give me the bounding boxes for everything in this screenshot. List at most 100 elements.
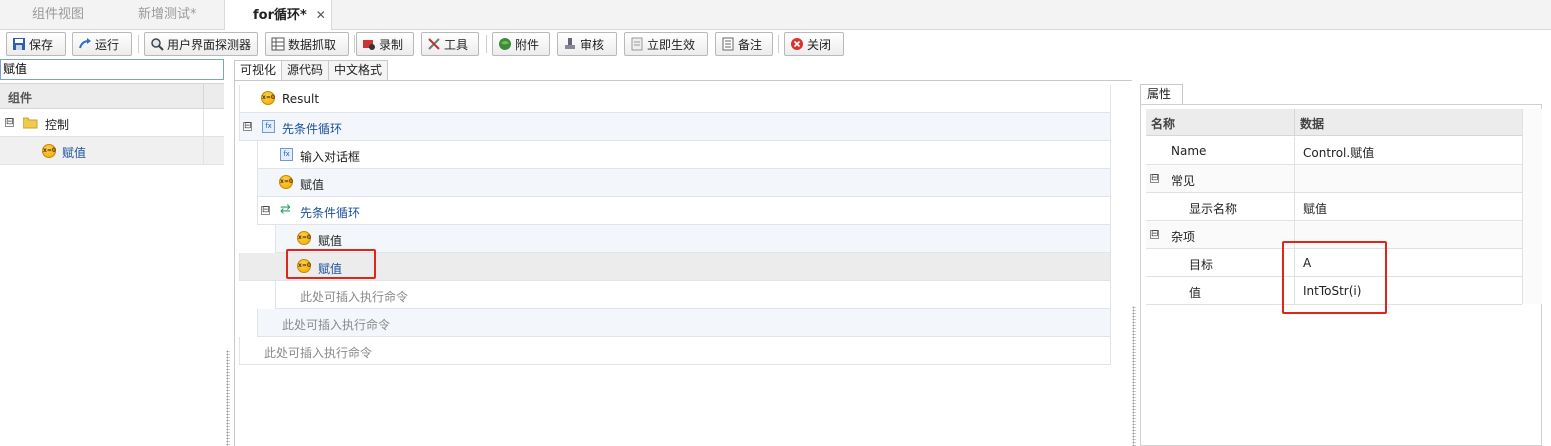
tab-new-test[interactable]: 新增测试* (138, 0, 197, 30)
document-tab-bar: 组件视图 新增测试* for循环* ✕ (0, 0, 1551, 31)
close-icon[interactable]: ✕ (316, 0, 326, 30)
tab-source-code[interactable]: 源代码 (281, 60, 330, 80)
attachment-label: 附件 (515, 37, 540, 52)
collapse-icon[interactable]: ⊟ (243, 122, 252, 131)
run-button[interactable]: 运行 (72, 32, 132, 56)
tools-icon (427, 37, 441, 51)
ui-detector-button[interactable]: 用户界面探测器 (144, 32, 258, 56)
flow-row-assign[interactable]: x=0 赋值 (275, 225, 1111, 253)
tools-label: 工具 (444, 37, 469, 52)
assign-icon: x=0 (42, 144, 56, 158)
column-divider (1294, 137, 1295, 165)
apply-now-label: 立即生效 (647, 37, 696, 52)
column-data-header: 数据 (1300, 117, 1325, 131)
apply-now-button[interactable]: 立即生效 (624, 32, 708, 56)
note-button[interactable]: 备注 (715, 32, 773, 56)
loop-arrows-icon: ⇄ (280, 202, 291, 217)
note-icon (721, 37, 735, 51)
search-value: 赋值 (3, 62, 28, 76)
highlight-box-selected-step (286, 249, 376, 279)
close-circle-icon (790, 37, 804, 51)
tab-label: for循环* (253, 8, 307, 23)
flow-row-label: 输入对话框 (300, 150, 361, 164)
component-header-label: 组件 (8, 91, 33, 105)
properties-scrollbar[interactable] (1522, 109, 1542, 304)
globe-icon (498, 37, 512, 51)
magnifier-icon (150, 37, 164, 51)
run-label: 运行 (95, 37, 120, 52)
flow-row-insert-placeholder[interactable]: 此处可插入执行命令 (239, 337, 1111, 365)
tree-item-control[interactable]: ⊟ 控制 (0, 109, 224, 137)
toolbar-divider (486, 35, 487, 53)
tab-for-loop[interactable]: for循环* ✕ (224, 0, 332, 31)
tab-component-view[interactable]: 组件视图 (32, 0, 84, 30)
left-splitter-handle[interactable] (226, 350, 230, 446)
flow-row-label: 赋值 (300, 178, 325, 192)
tab-label: 组件视图 (32, 7, 85, 22)
collapse-icon[interactable]: ⊟ (5, 118, 14, 127)
record-button[interactable]: 录制 (356, 32, 414, 56)
stamp-icon (563, 37, 577, 51)
data-capture-button[interactable]: 数据抓取 (265, 32, 349, 56)
save-label: 保存 (29, 37, 54, 52)
property-name: Name (1171, 144, 1207, 158)
right-splitter-handle[interactable] (1132, 306, 1136, 446)
properties-header: 名称 数据 (1146, 109, 1542, 136)
property-row-name[interactable]: Name Control.赋值 (1146, 137, 1522, 165)
component-search-input[interactable]: 赋值 (0, 59, 224, 80)
record-icon (362, 37, 376, 51)
column-divider (203, 137, 204, 165)
tab-properties[interactable]: 属性 (1140, 84, 1183, 104)
save-button[interactable]: 保存 (6, 32, 66, 56)
data-capture-label: 数据抓取 (288, 37, 337, 52)
flow-row-assign[interactable]: x=0 赋值 (257, 169, 1111, 197)
flow-row-label: Result (282, 92, 320, 106)
folder-icon (22, 117, 38, 132)
tree-item-label: 控制 (45, 118, 70, 132)
assign-icon: x=0 (261, 91, 275, 105)
loop-block-icon: fx (262, 120, 275, 133)
review-label: 审核 (580, 37, 605, 52)
placeholder-label: 此处可插入执行命令 (282, 318, 391, 332)
flow-row-insert-placeholder[interactable]: 此处可插入执行命令 (257, 309, 1111, 337)
property-row-display-name[interactable]: 显示名称 赋值 (1146, 193, 1522, 221)
property-value: 赋值 (1303, 202, 1328, 216)
review-button[interactable]: 审核 (557, 32, 617, 56)
save-icon (12, 37, 26, 51)
category-label: 常见 (1171, 174, 1196, 188)
flow-row-result[interactable]: x=0 Result (239, 85, 1111, 113)
tree-item-assign[interactable]: x=0 赋值 (0, 137, 224, 165)
tab-visual[interactable]: 可视化 (234, 60, 283, 81)
tools-button[interactable]: 工具 (421, 32, 479, 56)
attachment-button[interactable]: 附件 (492, 32, 550, 56)
component-list-header: 组件 (0, 83, 224, 110)
record-label: 录制 (379, 37, 404, 52)
category-label: 杂项 (1171, 230, 1196, 244)
property-value: Control.赋值 (1303, 146, 1375, 160)
tree-item-label: 赋值 (62, 146, 87, 160)
toolbar: 保存 运行 用户界面探测器 数据抓取 录制 工具 附件 审核 立即生效 备注 关… (0, 30, 1551, 58)
flow-row-loop-outer[interactable]: ⊟ fx 先条件循环 (239, 113, 1111, 141)
flow-row-insert-placeholder[interactable]: 此处可插入执行命令 (275, 281, 1111, 309)
column-divider (203, 109, 204, 137)
note-label: 备注 (738, 37, 763, 52)
flow-row-label: 赋值 (318, 234, 343, 248)
close-button[interactable]: 关闭 (784, 32, 844, 56)
property-category-common[interactable]: ⊟ 常见 (1146, 165, 1522, 193)
tab-label: 新增测试* (138, 7, 197, 22)
toolbar-divider (354, 35, 355, 53)
placeholder-label: 此处可插入执行命令 (300, 290, 409, 304)
flow-row-input-dialog[interactable]: fx 输入对话框 (257, 141, 1111, 169)
collapse-icon[interactable]: ⊟ (261, 206, 270, 215)
column-name-header: 名称 (1151, 117, 1176, 131)
collapse-icon[interactable]: ⊟ (1150, 174, 1159, 183)
document-icon (630, 37, 644, 51)
table-icon (271, 37, 285, 51)
dialog-icon: fx (280, 148, 293, 161)
column-divider (1294, 165, 1295, 193)
column-divider (1294, 109, 1295, 136)
collapse-icon[interactable]: ⊟ (1150, 230, 1159, 239)
run-icon (78, 37, 92, 51)
flow-row-loop-inner[interactable]: ⊟ ⇄ 先条件循环 (257, 197, 1111, 225)
tab-chinese-format[interactable]: 中文格式 (328, 60, 389, 80)
